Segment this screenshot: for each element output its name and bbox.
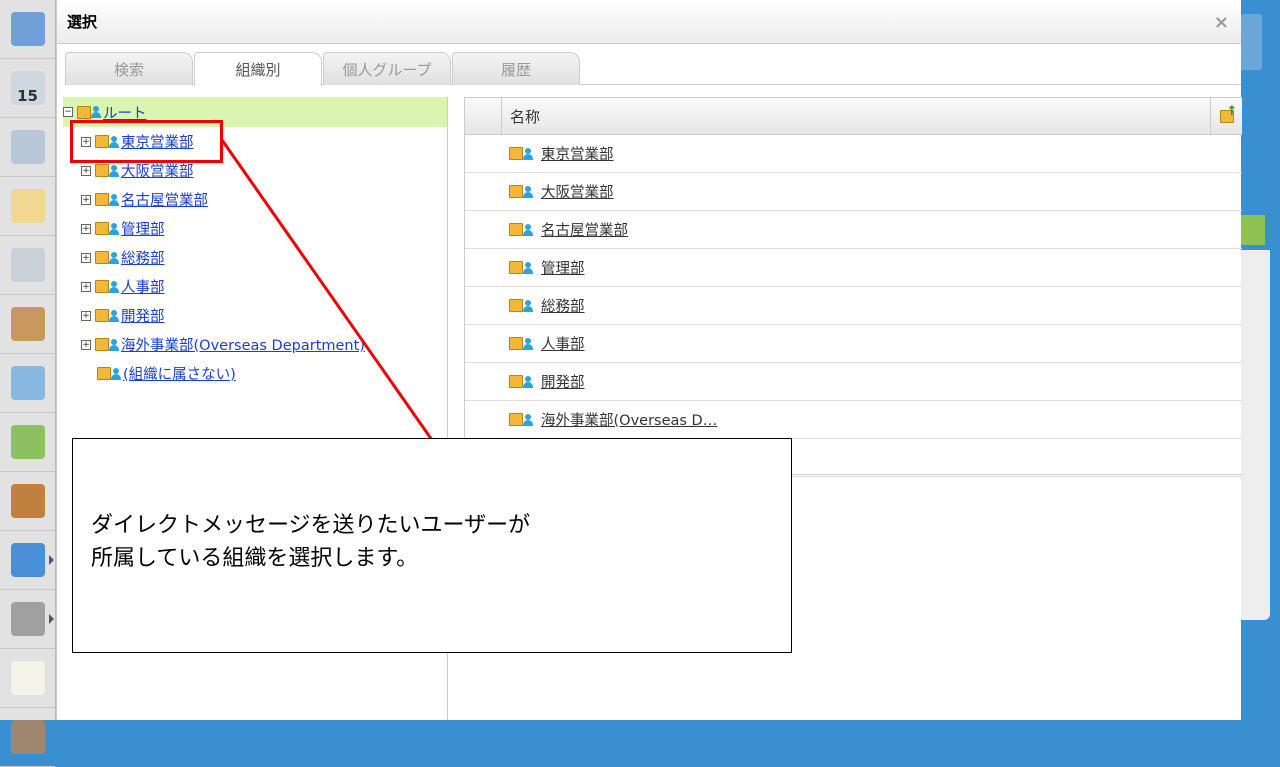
banner-icon <box>10 720 45 754</box>
annotation-line-2: 所属している組織を選択します。 <box>91 546 419 571</box>
annotation-line-1: ダイレクトメッセージを送りたいユーザーが <box>91 513 531 538</box>
annotation-callout: ダイレクトメッセージを送りたいユーザーが 所属している組織を選択します。 <box>72 438 792 653</box>
